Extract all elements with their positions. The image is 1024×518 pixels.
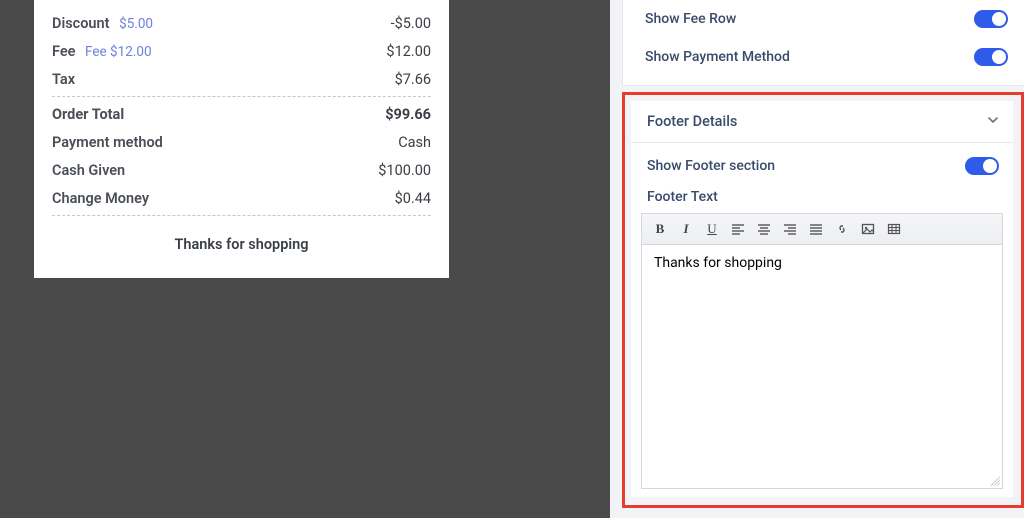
- align-justify-button[interactable]: [804, 218, 828, 240]
- receipt-row-tax: Tax $7.66: [52, 66, 431, 94]
- footer-text-label: Footer Text: [631, 185, 1013, 213]
- discount-badge: $5.00: [119, 16, 153, 32]
- editor-toolbar: B I U: [642, 214, 1002, 245]
- divider: [52, 215, 431, 216]
- image-button[interactable]: [856, 218, 880, 240]
- footer-text-input[interactable]: Thanks for shopping: [642, 245, 1002, 488]
- toggle-show-footer-section[interactable]: [965, 157, 999, 175]
- receipt-label: Fee Fee $12.00: [52, 43, 152, 60]
- setting-show-payment-method: Show Payment Method: [623, 38, 1024, 76]
- receipt-row-fee: Fee Fee $12.00 $12.00: [52, 38, 431, 66]
- receipt-row-order-total: Order Total $99.66: [52, 101, 431, 129]
- receipt-footer-text: Thanks for shopping: [52, 220, 431, 253]
- setting-label: Show Payment Method: [645, 49, 790, 65]
- receipt-value: $100.00: [378, 162, 431, 179]
- footer-details-accordion[interactable]: Footer Details: [631, 101, 1013, 143]
- footer-details-card: Footer Details Show Footer section Foote…: [631, 101, 1013, 497]
- accordion-title: Footer Details: [647, 113, 737, 130]
- receipt-value: Cash: [398, 134, 431, 151]
- footer-text-editor: B I U: [641, 213, 1003, 489]
- receipt-label: Change Money: [52, 190, 149, 207]
- footer-details-highlight: Footer Details Show Footer section Foote…: [622, 92, 1024, 508]
- align-left-button[interactable]: [726, 218, 750, 240]
- bold-button[interactable]: B: [648, 218, 672, 240]
- receipt-label: Order Total: [52, 106, 124, 123]
- setting-show-fee-row: Show Fee Row: [623, 0, 1024, 38]
- setting-label: Show Fee Row: [645, 11, 736, 27]
- toggle-show-payment-method[interactable]: [974, 48, 1008, 66]
- receipt-value: $12.00: [386, 43, 431, 60]
- receipt-label: Discount $5.00: [52, 15, 153, 32]
- toggle-show-fee-row[interactable]: [974, 10, 1008, 28]
- align-right-button[interactable]: [778, 218, 802, 240]
- receipt-row-discount: Discount $5.00 -$5.00: [52, 10, 431, 38]
- receipt-label: Cash Given: [52, 162, 125, 179]
- receipt-label: Tax: [52, 71, 75, 88]
- table-button[interactable]: [882, 218, 906, 240]
- underline-button[interactable]: U: [700, 218, 724, 240]
- receipt-row-change-money: Change Money $0.44: [52, 185, 431, 213]
- setting-show-footer-section: Show Footer section: [631, 143, 1013, 185]
- receipt-row-payment-method: Payment method Cash: [52, 129, 431, 157]
- receipt-card: Discount $5.00 -$5.00 Fee Fee $12.00 $12…: [34, 0, 449, 278]
- divider: [52, 96, 431, 97]
- label-text: Fee: [52, 43, 75, 60]
- receipt-value: -$5.00: [391, 15, 431, 32]
- fee-badge: Fee $12.00: [85, 44, 152, 60]
- chevron-down-icon: [987, 114, 999, 129]
- link-button[interactable]: [830, 218, 854, 240]
- setting-label: Show Footer section: [647, 158, 775, 174]
- receipt-value: $99.66: [385, 106, 431, 123]
- settings-panel: Show Fee Row Show Payment Method Footer …: [610, 0, 1024, 518]
- resize-handle-icon[interactable]: [990, 476, 1000, 486]
- italic-button[interactable]: I: [674, 218, 698, 240]
- receipt-row-cash-given: Cash Given $100.00: [52, 157, 431, 185]
- align-center-button[interactable]: [752, 218, 776, 240]
- receipt-value: $7.66: [395, 71, 431, 88]
- receipt-value: $0.44: [395, 190, 431, 207]
- label-text: Discount: [52, 15, 110, 32]
- settings-group-display: Show Fee Row Show Payment Method: [622, 0, 1024, 86]
- receipt-label: Payment method: [52, 134, 163, 151]
- receipt-preview-area: Discount $5.00 -$5.00 Fee Fee $12.00 $12…: [0, 0, 610, 518]
